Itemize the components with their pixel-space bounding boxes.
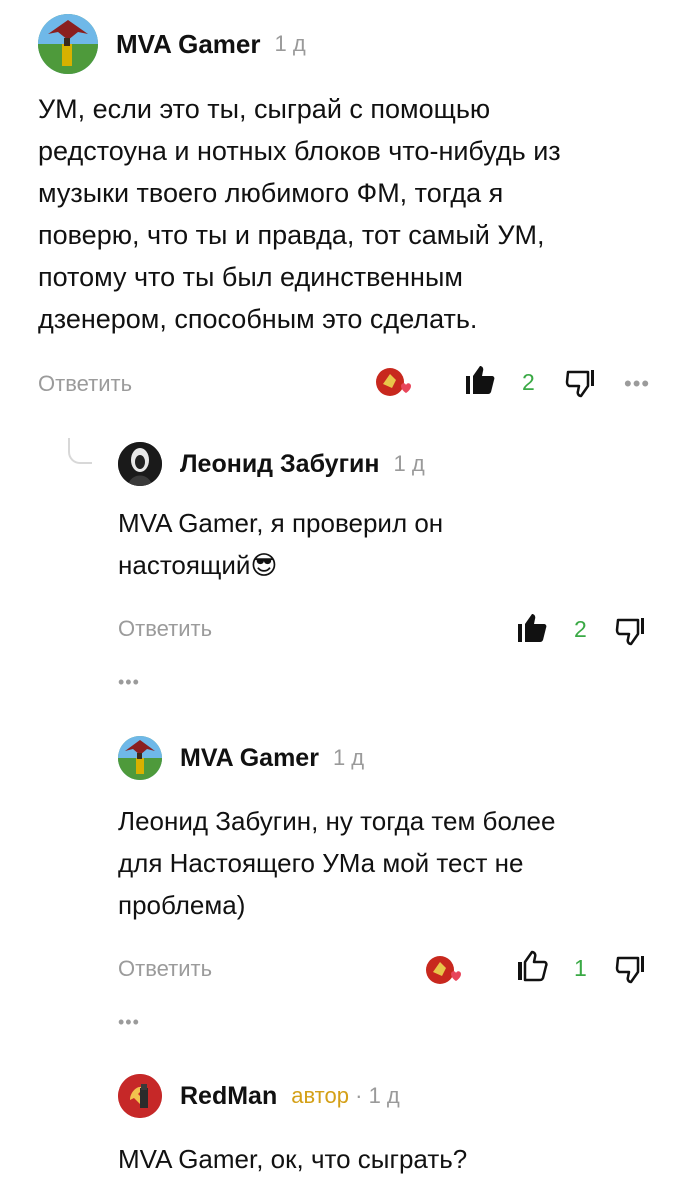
comment-header: MVA Gamer 1 д [38, 14, 306, 74]
comment-header: RedMan автор · 1 д [118, 1074, 400, 1118]
text-line: проблема) [118, 890, 246, 920]
reactor-avatar-icon[interactable] [374, 366, 414, 398]
avatar[interactable] [38, 14, 98, 74]
like-count: 1 [574, 955, 587, 981]
text-line: настоящий [118, 550, 251, 580]
avatar[interactable] [118, 442, 162, 486]
author-badge: автор [291, 1083, 349, 1108]
comment-meta: автор · 1 д [291, 1083, 400, 1109]
text-line: MVA Gamer, ок, что сыграть? [118, 1144, 468, 1174]
comment-time: 1 д [368, 1083, 400, 1108]
comment-leonid: Леонид Забугин 1 д MVA Gamer, я проверил… [0, 420, 696, 710]
text-line: УМ, если это ты, сыграй с помощью [38, 94, 491, 124]
comment-text: УМ, если это ты, сыграй с помощью редсто… [38, 88, 668, 340]
comment-time: 1 д [393, 451, 425, 476]
comment-mva-gamer-1: MVA Gamer 1 д УМ, если это ты, сыграй с … [0, 0, 696, 420]
text-line: музыки твоего любимого ФМ, тогда я [38, 178, 504, 208]
author-name[interactable]: Леонид Забугин [180, 450, 379, 479]
text-line: поверю, что ты и правда, тот самый УМ, [38, 220, 545, 250]
reply-button[interactable]: Ответить [38, 371, 132, 397]
text-line: потому что ты был единственным [38, 262, 463, 292]
comment-time: 1 д [332, 745, 365, 770]
text-line: для Настоящего УМа мой тест не [118, 848, 524, 878]
text-line-with-emoji: настоящий😎 [118, 544, 658, 586]
comment-header: Леонид Забугин 1 д [118, 442, 425, 486]
dislike-icon[interactable] [614, 614, 646, 646]
dislike-icon[interactable] [564, 366, 596, 398]
like-icon[interactable] [464, 364, 496, 396]
like-count: 2 [574, 616, 587, 642]
reply-button[interactable]: Ответить [118, 956, 212, 982]
text-line: дзенером, способным это сделать. [38, 304, 478, 334]
text-line: MVA Gamer, я проверил он [118, 508, 444, 538]
like-outline-icon[interactable] [516, 950, 548, 982]
comment-mva-gamer-2: MVA Gamer 1 д Леонид Забугин, ну тогда т… [0, 710, 696, 1050]
more-options-button[interactable]: ••• [624, 371, 650, 397]
comment-text: Леонид Забугин, ну тогда тем более для Н… [118, 800, 678, 926]
reply-button[interactable]: Ответить [118, 616, 212, 642]
comment-text: MVA Gamer, ок, что сыграть? [118, 1138, 678, 1180]
meta-separator: · [355, 1083, 363, 1108]
like-icon[interactable] [516, 612, 548, 644]
author-name[interactable]: RedMan [180, 1082, 277, 1111]
dislike-icon[interactable] [614, 952, 646, 984]
text-line: редстоуна и нотных блоков что-нибудь из [38, 136, 561, 166]
more-options-button[interactable]: ••• [118, 1012, 140, 1033]
comment-header: MVA Gamer 1 д [118, 736, 364, 780]
author-name[interactable]: MVA Gamer [180, 744, 319, 773]
avatar[interactable] [118, 736, 162, 780]
like-count: 2 [522, 369, 535, 395]
more-options-button[interactable]: ••• [118, 672, 140, 693]
comment-text: MVA Gamer, я проверил он настоящий😎 [118, 502, 658, 586]
avatar[interactable] [118, 1074, 162, 1118]
comment-redman: RedMan автор · 1 д MVA Gamer, ок, что сы… [0, 1050, 696, 1200]
sunglasses-emoji-icon: 😎 [250, 550, 278, 580]
text-line: Леонид Забугин, ну тогда тем более [118, 806, 556, 836]
author-name[interactable]: MVA Gamer [116, 29, 261, 60]
comment-time: 1 д [274, 31, 306, 56]
reactor-avatar-icon[interactable] [424, 954, 464, 986]
